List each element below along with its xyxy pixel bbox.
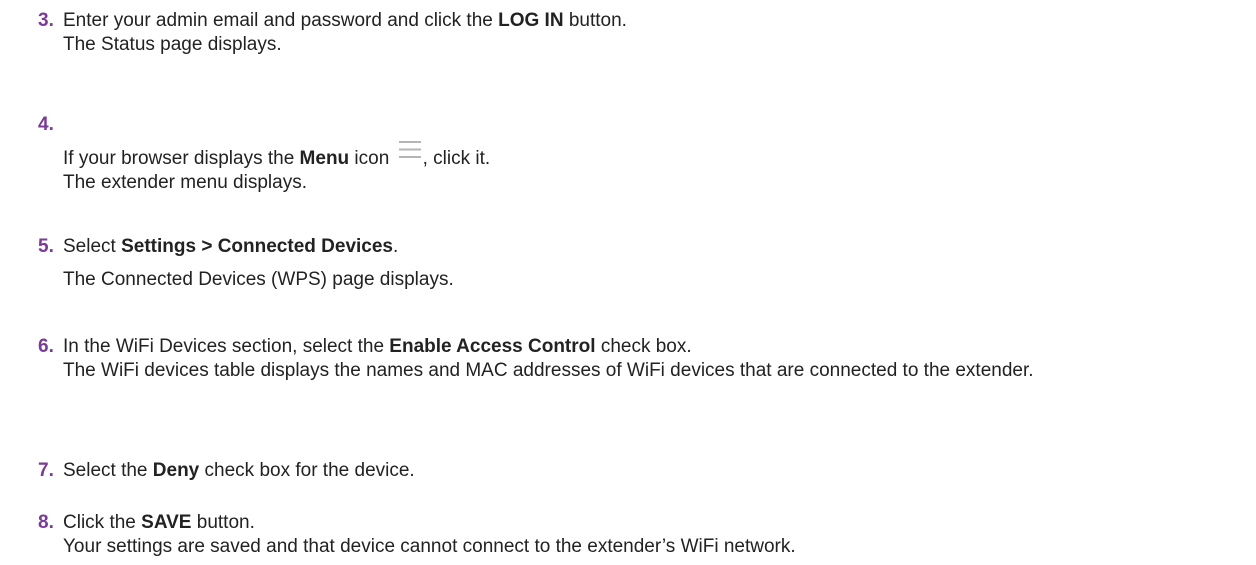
step-instruction: If your browser displays the Menu icon ,… xyxy=(63,141,1253,171)
step-instruction: Enter your admin email and password and … xyxy=(63,10,627,31)
step-body: In the WiFi Devices section, select the … xyxy=(63,335,1253,383)
step-number: 8. xyxy=(38,512,54,533)
deny-label: Deny xyxy=(152,460,200,481)
menu-icon xyxy=(398,141,421,158)
step-number: 7. xyxy=(38,460,54,481)
menu-label: Menu xyxy=(299,148,350,169)
step-instruction: Click the SAVE button. xyxy=(63,512,255,533)
step-number: 6. xyxy=(38,336,54,357)
step-body: Select the Deny check box for the device… xyxy=(63,459,1253,483)
settings-path-label: Settings > Connected Devices xyxy=(121,236,393,257)
step-number: 5. xyxy=(38,236,54,257)
step-result: The WiFi devices table displays the name… xyxy=(63,360,1034,381)
save-label: SAVE xyxy=(141,512,192,533)
step-result: Your settings are saved and that device … xyxy=(63,536,796,557)
step-instruction: Select the Deny check box for the device… xyxy=(63,460,415,481)
step-body: Enter your admin email and password and … xyxy=(63,9,1253,57)
log-in-label: LOG IN xyxy=(498,10,564,31)
step-body: Click the SAVE button. Your settings are… xyxy=(63,511,1253,559)
step-result: The extender menu displays. xyxy=(63,172,307,193)
step-number: 3. xyxy=(38,10,54,31)
step-body: Select Settings > Connected Devices. The… xyxy=(63,235,1253,292)
step-result: The Connected Devices (WPS) page display… xyxy=(63,269,454,290)
step-instruction: Select Settings > Connected Devices. xyxy=(63,236,399,257)
step-result: The Status page displays. xyxy=(63,34,282,55)
enable-access-control-label: Enable Access Control xyxy=(389,336,596,357)
step-number: 4. xyxy=(38,114,54,135)
step-body: If your browser displays the Menu icon ,… xyxy=(63,113,1253,195)
step-instruction: In the WiFi Devices section, select the … xyxy=(63,336,692,357)
